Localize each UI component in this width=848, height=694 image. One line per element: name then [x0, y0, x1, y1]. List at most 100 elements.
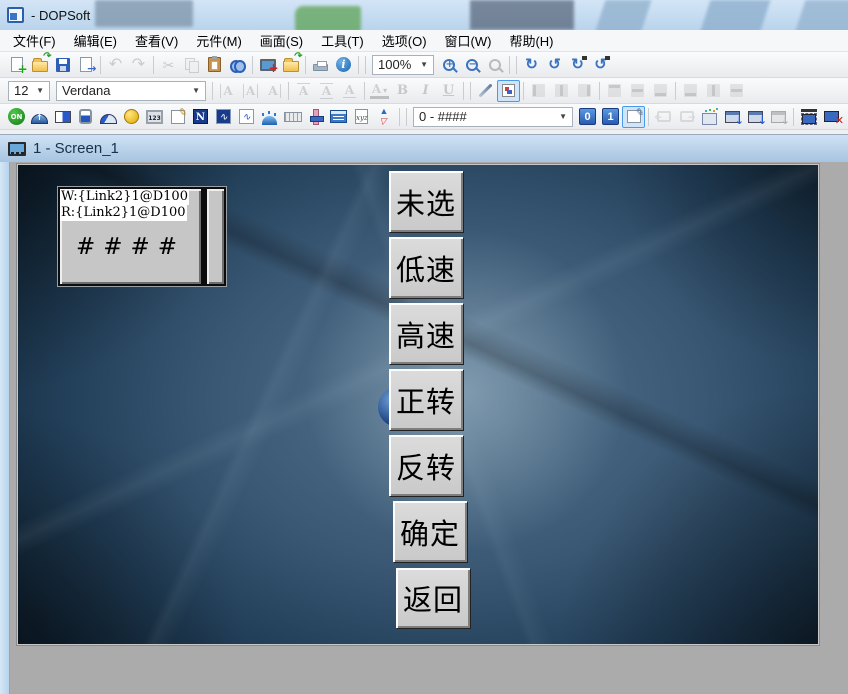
- download-all-icon[interactable]: [744, 106, 767, 128]
- bold-icon: B: [391, 80, 414, 102]
- desktop-glass-shape: [295, 6, 361, 30]
- font-name-combo[interactable]: Verdana ▼: [56, 81, 206, 101]
- design-canvas-frame: W:{Link2}1@D100 R:{Link2}1@D100 #### 未选 …: [16, 163, 820, 646]
- hmi-button-zhengzhuan[interactable]: 正转: [389, 369, 463, 430]
- numeric-entry-element[interactable]: W:{Link2}1@D100 R:{Link2}1@D100 ####: [57, 186, 227, 287]
- separator: [399, 108, 400, 126]
- message-display-element-icon[interactable]: [166, 106, 189, 128]
- menu-help[interactable]: 帮助(H): [500, 29, 562, 52]
- save-icon[interactable]: [51, 54, 74, 76]
- sort-element-icon[interactable]: [373, 106, 396, 128]
- numeric-entry-element-icon[interactable]: [189, 106, 212, 128]
- new-icon[interactable]: [5, 54, 28, 76]
- state-1-button[interactable]: 1: [599, 106, 622, 128]
- about-icon[interactable]: [332, 54, 355, 76]
- menu-file[interactable]: 文件(F): [4, 29, 65, 52]
- export-icon[interactable]: [74, 54, 97, 76]
- new-macro-icon[interactable]: [698, 106, 721, 128]
- design-canvas[interactable]: W:{Link2}1@D100 R:{Link2}1@D100 #### 未选 …: [18, 165, 818, 644]
- zoom-in-icon[interactable]: [437, 54, 460, 76]
- menu-tools[interactable]: 工具(T): [312, 29, 373, 52]
- print-icon[interactable]: [309, 54, 332, 76]
- align-text-bottom-icon: A: [338, 80, 361, 102]
- app-icon[interactable]: [7, 7, 24, 23]
- menu-options[interactable]: 选项(O): [373, 29, 436, 52]
- redo-icon: ↷: [127, 54, 150, 76]
- state-0-button[interactable]: 0: [576, 106, 599, 128]
- download-screen-icon[interactable]: [721, 106, 744, 128]
- open-icon[interactable]: [28, 54, 51, 76]
- separator: [358, 56, 359, 74]
- transparent-image-icon[interactable]: [497, 80, 520, 102]
- align-bottom-icon: [649, 80, 672, 102]
- macro-undo-icon[interactable]: ↺: [589, 54, 612, 76]
- draw-line-icon[interactable]: [474, 80, 497, 102]
- desktop-glass-shape: [95, 0, 193, 27]
- screen-window-title: 1 - Screen_1: [33, 140, 119, 157]
- half-meter-element-icon[interactable]: [97, 106, 120, 128]
- chevron-down-icon[interactable]: ▼: [186, 86, 200, 95]
- align-right-icon: [573, 80, 596, 102]
- align-left-icon: [527, 80, 550, 102]
- next-screen-icon: [675, 106, 698, 128]
- separator: [509, 56, 510, 74]
- trend-curve-element-icon[interactable]: [212, 106, 235, 128]
- align-text-center-h-icon: A: [239, 80, 262, 102]
- menu-edit[interactable]: 编辑(E): [65, 29, 126, 52]
- hmi-button-weixuan[interactable]: 未选: [389, 171, 463, 232]
- meter-element-icon[interactable]: [28, 106, 51, 128]
- menu-screen[interactable]: 画面(S): [251, 29, 312, 52]
- chevron-down-icon[interactable]: ▼: [553, 112, 567, 121]
- rotate-cw-icon[interactable]: ↻: [520, 54, 543, 76]
- undo-icon: ↶: [104, 54, 127, 76]
- desktop-glass-shape: [699, 0, 770, 30]
- paste-icon[interactable]: [203, 54, 226, 76]
- zoom-out-icon[interactable]: [460, 54, 483, 76]
- hmi-button-fanzhuan[interactable]: 反转: [389, 435, 463, 496]
- record-table-element-icon[interactable]: [327, 106, 350, 128]
- keyboard-element-icon[interactable]: [281, 106, 304, 128]
- add-screen-icon[interactable]: [256, 54, 279, 76]
- same-size-icon: [725, 80, 748, 102]
- state-combo[interactable]: 0 - #### ▼: [413, 107, 573, 127]
- align-text-left-icon: A: [216, 80, 239, 102]
- align-center-v-icon: [626, 80, 649, 102]
- zoom-combo[interactable]: 100% ▼: [372, 55, 434, 75]
- state-edit-icon[interactable]: [622, 106, 645, 128]
- menu-element[interactable]: 元件(M): [187, 29, 251, 52]
- on-button-element-icon[interactable]: [5, 106, 28, 128]
- screen-window-titlebar: 1 - Screen_1: [0, 134, 848, 162]
- macro-redo-icon[interactable]: ↻: [566, 54, 589, 76]
- find-icon[interactable]: [226, 54, 249, 76]
- read-address-label: R:{Link2}1@D100: [60, 205, 187, 221]
- hmi-button-fanhui[interactable]: 返回: [396, 568, 470, 628]
- font-size-combo[interactable]: 12 ▼: [8, 81, 50, 101]
- toolbar-elements: 0 - #### ▼ 0 1: [0, 104, 848, 130]
- alarm-element-icon[interactable]: [258, 106, 281, 128]
- offline-simulate-icon[interactable]: [820, 106, 843, 128]
- separator: [675, 82, 676, 100]
- open-screen-icon[interactable]: [279, 54, 302, 76]
- hmi-button-disu[interactable]: 低速: [389, 237, 463, 298]
- slider-element-icon[interactable]: [304, 106, 327, 128]
- menu-window[interactable]: 窗口(W): [436, 29, 501, 52]
- separator: [288, 82, 289, 100]
- bar-element-icon[interactable]: [51, 106, 74, 128]
- separator: [523, 82, 524, 100]
- menu-view[interactable]: 查看(V): [126, 29, 187, 52]
- font-name-value: Verdana: [62, 83, 110, 98]
- pilot-lamp-element-icon[interactable]: [120, 106, 143, 128]
- xy-curve-element-icon[interactable]: [235, 106, 258, 128]
- rotate-ccw-icon[interactable]: ↺: [543, 54, 566, 76]
- hmi-button-gaosu[interactable]: 高速: [389, 303, 463, 364]
- chevron-down-icon[interactable]: ▼: [414, 60, 428, 69]
- online-simulate-icon[interactable]: [797, 106, 820, 128]
- screen-icon: [8, 142, 26, 156]
- tank-element-icon[interactable]: [74, 106, 97, 128]
- numeric-display-element-icon[interactable]: [143, 106, 166, 128]
- window-left-border: [0, 162, 10, 694]
- xyz-document-element-icon[interactable]: [350, 106, 373, 128]
- chevron-down-icon[interactable]: ▼: [30, 86, 44, 95]
- titlebar: - DOPSoft: [0, 0, 848, 30]
- hmi-button-queding[interactable]: 确定: [393, 501, 467, 562]
